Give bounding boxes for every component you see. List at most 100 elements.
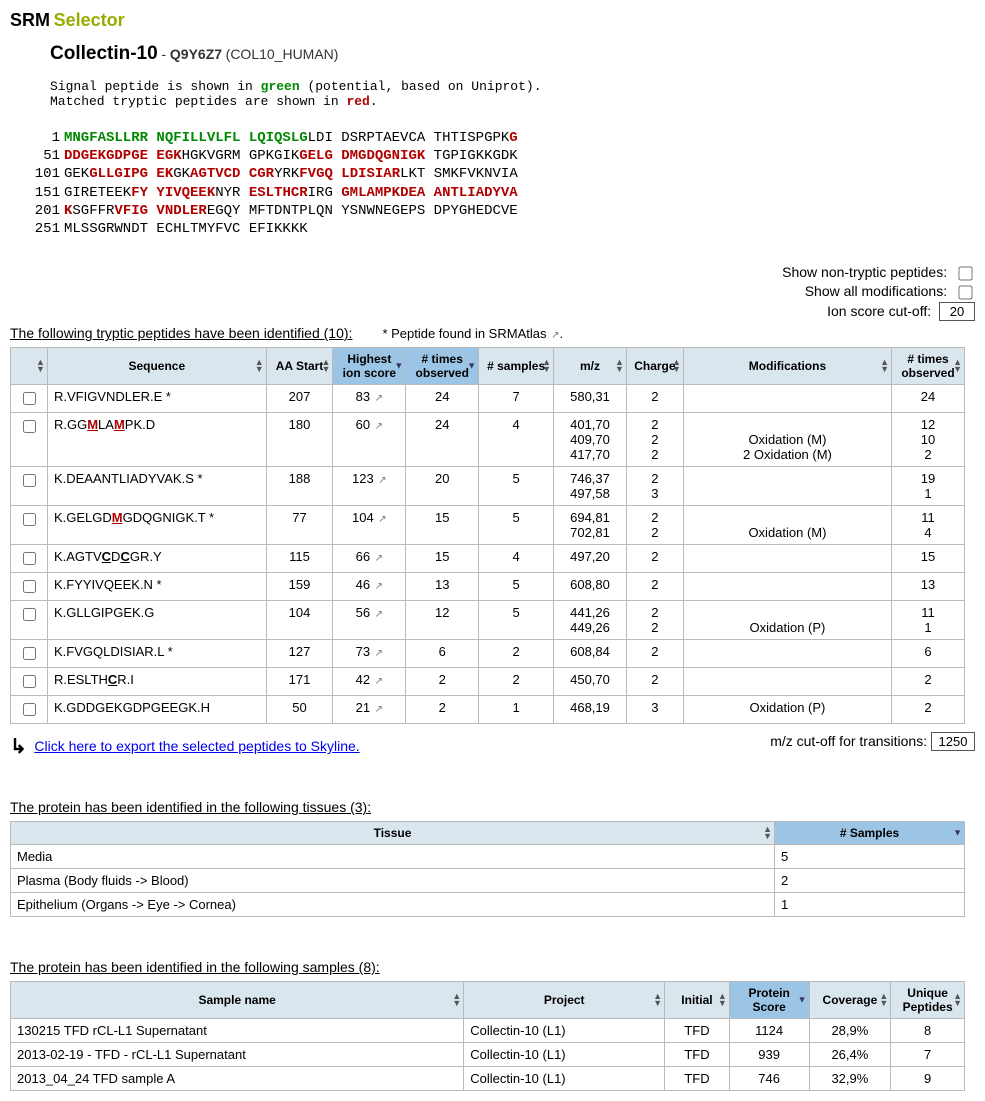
charge: 22 <box>626 601 683 640</box>
col-sequence[interactable]: Sequence <box>47 348 266 385</box>
external-link-icon: ↗ <box>378 514 386 525</box>
ion-score[interactable]: 21 ↗ <box>333 696 406 724</box>
modifications <box>683 385 891 413</box>
aa-start: 159 <box>266 573 333 601</box>
table-row: K.AGTVCDCGR.Y11566 ↗154497,20215 <box>11 545 965 573</box>
row-checkbox[interactable] <box>23 608 36 621</box>
table-row: Epithelium (Organs -> Eye -> Cornea)1 <box>11 893 965 917</box>
num-samples: 5 <box>479 573 554 601</box>
charge: 23 <box>626 467 683 506</box>
sequence-notes: Signal peptide is shown in green (potent… <box>50 79 975 109</box>
modifications: Oxidation (M)2 Oxidation (M) <box>683 413 891 467</box>
col-select[interactable] <box>11 348 48 385</box>
times-observed: 6 <box>406 640 479 668</box>
allmods-checkbox[interactable] <box>958 285 972 299</box>
col-sample-name[interactable]: Sample name <box>11 982 464 1019</box>
row-checkbox[interactable] <box>23 647 36 660</box>
col-times-observed-2[interactable]: # times observed <box>892 348 965 385</box>
col-charge[interactable]: Charge <box>626 348 683 385</box>
ion-score[interactable]: 104 ↗ <box>333 506 406 545</box>
tissue-samples: 5 <box>775 845 965 869</box>
ion-score[interactable]: 46 ↗ <box>333 573 406 601</box>
tissue-name: Epithelium (Organs -> Eye -> Cornea) <box>11 893 775 917</box>
col-initial[interactable]: Initial <box>665 982 730 1019</box>
tissue-name: Media <box>11 845 775 869</box>
col-coverage[interactable]: Coverage <box>809 982 891 1019</box>
peptide-sequence: R.GGMLAMPK.D <box>47 413 266 467</box>
times-observed-2: 2 <box>892 668 965 696</box>
row-checkbox[interactable] <box>23 552 36 565</box>
row-checkbox[interactable] <box>23 703 36 716</box>
tissue-name: Plasma (Body fluids -> Blood) <box>11 869 775 893</box>
arrow-icon: ↳ <box>10 734 27 759</box>
charge: 3 <box>626 696 683 724</box>
num-samples: 7 <box>479 385 554 413</box>
times-observed-2: 12102 <box>892 413 965 467</box>
col-protein-score[interactable]: Protein Score <box>729 982 809 1019</box>
times-observed-2: 15 <box>892 545 965 573</box>
modifications: Oxidation (P) <box>683 696 891 724</box>
times-observed: 13 <box>406 573 479 601</box>
modifications <box>683 668 891 696</box>
initial: TFD <box>665 1043 730 1067</box>
nontryptic-checkbox[interactable] <box>958 266 972 280</box>
col-samples[interactable]: # samples <box>479 348 554 385</box>
charge: 2 <box>626 668 683 696</box>
col-highest-ion-score[interactable]: Highest ion score <box>333 348 406 385</box>
ion-score[interactable]: 83 ↗ <box>333 385 406 413</box>
times-observed-2: 114 <box>892 506 965 545</box>
row-checkbox[interactable] <box>23 513 36 526</box>
ion-score[interactable]: 123 ↗ <box>333 467 406 506</box>
aa-start: 180 <box>266 413 333 467</box>
ion-score[interactable]: 56 ↗ <box>333 601 406 640</box>
row-checkbox[interactable] <box>23 392 36 405</box>
sample-name: 2013_04_24 TFD sample A <box>11 1067 464 1091</box>
peptide-sequence: K.GLLGIPGEK.G <box>47 601 266 640</box>
row-checkbox[interactable] <box>23 675 36 688</box>
project: Collectin-10 (L1) <box>464 1043 665 1067</box>
sample-name: 2013-02-19 - TFD - rCL-L1 Supernatant <box>11 1043 464 1067</box>
num-samples: 5 <box>479 506 554 545</box>
row-checkbox[interactable] <box>23 474 36 487</box>
col-modifications[interactable]: Modifications <box>683 348 891 385</box>
col-times-observed[interactable]: # times observed <box>406 348 479 385</box>
mz: 497,20 <box>554 545 627 573</box>
table-row: 2013_04_24 TFD sample ACollectin-10 (L1)… <box>11 1067 965 1091</box>
col-mz[interactable]: m/z <box>554 348 627 385</box>
ion-score[interactable]: 42 ↗ <box>333 668 406 696</box>
external-link-icon: ↗ <box>375 581 383 592</box>
col-tissue-samples[interactable]: # Samples <box>775 822 965 845</box>
ionscore-input[interactable] <box>939 302 975 321</box>
aa-start: 171 <box>266 668 333 696</box>
mz-cutoff-input[interactable] <box>931 732 975 751</box>
times-observed-2: 13 <box>892 573 965 601</box>
row-checkbox[interactable] <box>23 420 36 433</box>
protein-score: 939 <box>729 1043 809 1067</box>
tissue-header-row: Tissue # Samples <box>11 822 965 845</box>
ion-score[interactable]: 66 ↗ <box>333 545 406 573</box>
protein-name: Collectin-10 <box>50 43 158 64</box>
times-observed-2: 24 <box>892 385 965 413</box>
external-link-icon: ↗ <box>375 648 383 659</box>
col-tissue[interactable]: Tissue <box>11 822 775 845</box>
mz-cutoff-label: m/z cut-off for transitions: <box>770 733 927 749</box>
ion-score[interactable]: 60 ↗ <box>333 413 406 467</box>
aa-start: 188 <box>266 467 333 506</box>
table-row: K.FVGQLDISIAR.L *12773 ↗62608,8426 <box>11 640 965 668</box>
sample-header: The protein has been identified in the f… <box>10 959 975 975</box>
mz: 401,70409,70417,70 <box>554 413 627 467</box>
col-aastart[interactable]: AA Start <box>266 348 333 385</box>
note-text: Matched tryptic peptides are shown in <box>50 94 346 109</box>
col-project[interactable]: Project <box>464 982 665 1019</box>
row-checkbox[interactable] <box>23 580 36 593</box>
num-samples: 2 <box>479 668 554 696</box>
protein-accession: Q9Y6Z7 <box>170 46 222 62</box>
export-skyline-link[interactable]: Click here to export the selected peptid… <box>34 738 359 754</box>
external-link-icon: ↗ <box>375 553 383 564</box>
col-unique-peptides[interactable]: Unique Peptides <box>891 982 965 1019</box>
table-row: 2013-02-19 - TFD - rCL-L1 SupernatantCol… <box>11 1043 965 1067</box>
ion-score[interactable]: 73 ↗ <box>333 640 406 668</box>
protein-entry: (COL10_HUMAN) <box>226 46 339 62</box>
num-samples: 5 <box>479 467 554 506</box>
times-observed: 15 <box>406 545 479 573</box>
